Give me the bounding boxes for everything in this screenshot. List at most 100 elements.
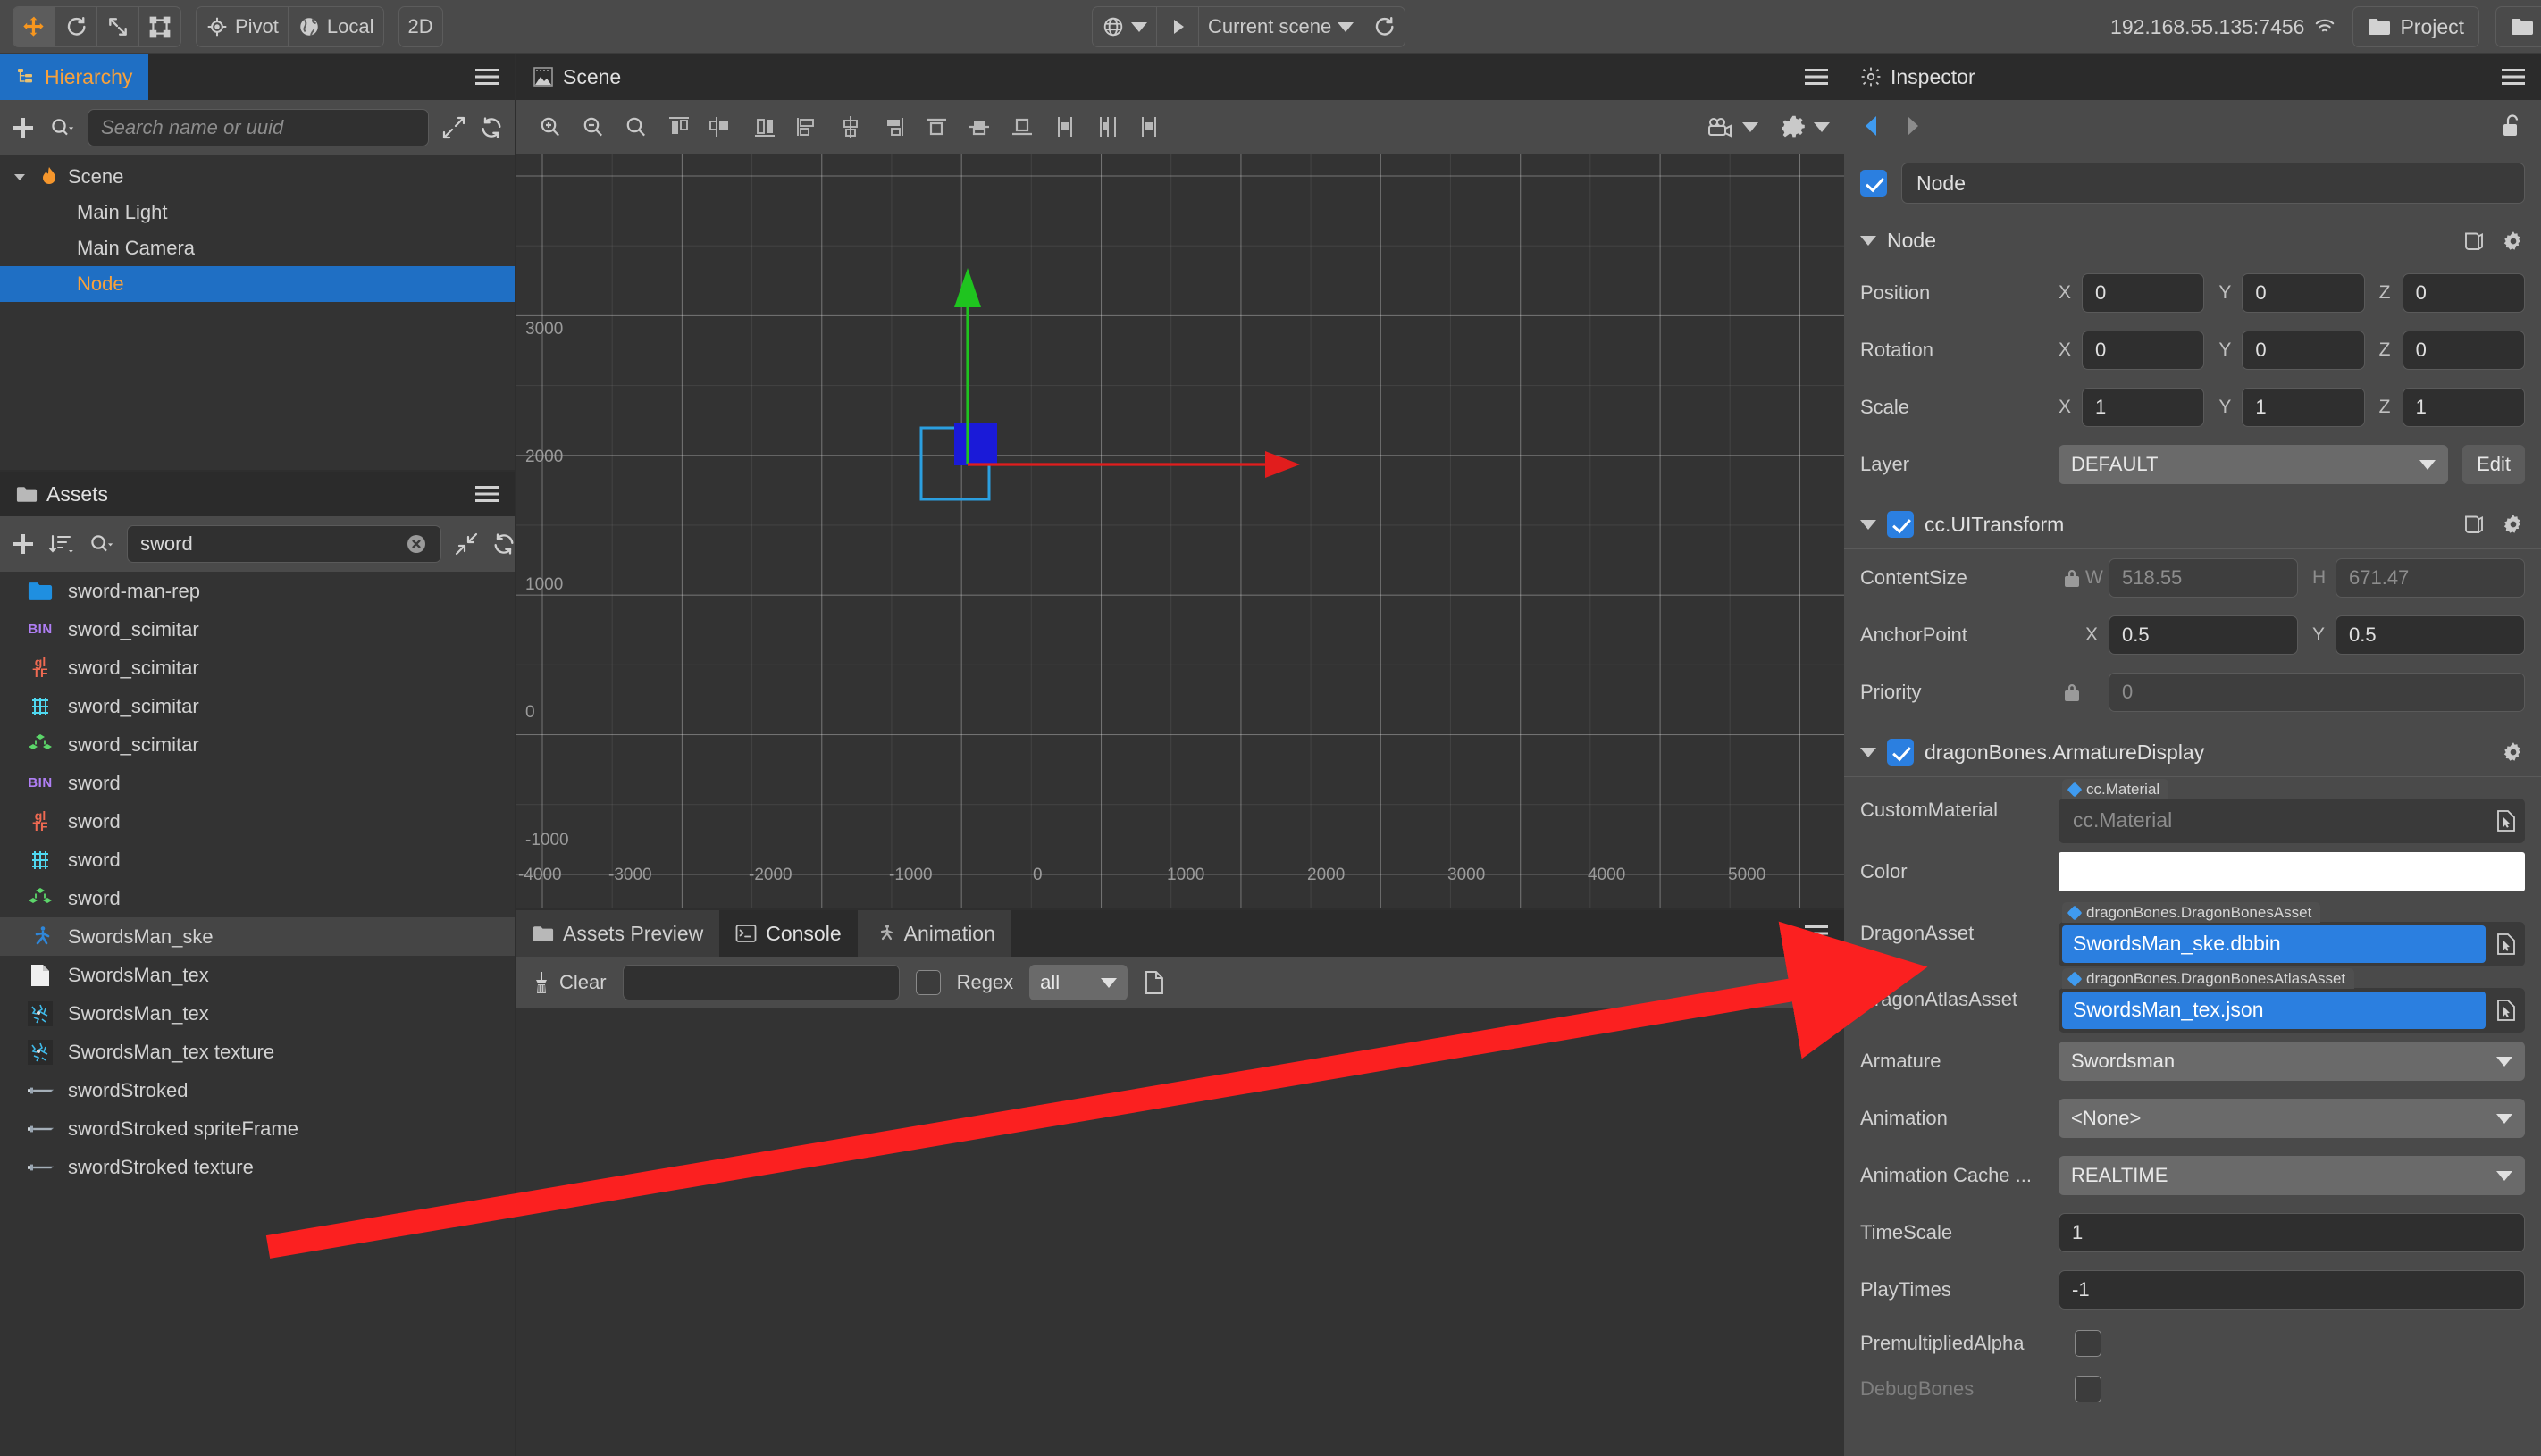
scene-menu-button[interactable]: [1789, 54, 1844, 100]
hierarchy-search-box[interactable]: [88, 109, 429, 146]
custommaterial-picker-button[interactable]: [2491, 809, 2521, 833]
scale-z-input[interactable]: 1: [2402, 388, 2525, 427]
armature-select[interactable]: Swordsman: [2059, 1042, 2525, 1081]
book-icon[interactable]: [2462, 513, 2486, 536]
node-name-field[interactable]: Node: [1901, 163, 2525, 204]
console-filter-input[interactable]: [622, 965, 900, 1000]
list-item[interactable]: swordStroked texture: [0, 1148, 515, 1186]
2d-3d-toggle-button[interactable]: 2D: [399, 7, 442, 46]
play-button[interactable]: [1157, 7, 1198, 46]
timescale-input[interactable]: 1: [2059, 1213, 2525, 1252]
gear-icon[interactable]: [2502, 513, 2525, 536]
list-item[interactable]: sword-man-rep: [0, 572, 515, 610]
list-item[interactable]: gl TF sword: [0, 802, 515, 841]
open-project-folder-button[interactable]: Project: [2352, 6, 2480, 47]
position-x-input[interactable]: 0: [2082, 273, 2205, 313]
list-item[interactable]: SwordsMan_tex: [0, 956, 515, 994]
hierarchy-node-main-light[interactable]: Main Light: [0, 195, 515, 230]
tab-animation[interactable]: Animation: [857, 910, 1011, 957]
list-item[interactable]: sword_scimitar: [0, 687, 515, 725]
distribute-left-icon[interactable]: [1044, 106, 1086, 147]
hierarchy-node-node[interactable]: Node: [0, 266, 515, 302]
coord-space-button[interactable]: Local: [289, 7, 383, 46]
zoom-out-icon[interactable]: [572, 106, 615, 147]
list-item[interactable]: BIN sword_scimitar: [0, 610, 515, 649]
list-item[interactable]: sword: [0, 841, 515, 879]
align-vcenter-icon[interactable]: [700, 106, 743, 147]
scale-x-input[interactable]: 1: [2082, 388, 2205, 427]
distribute-top-icon[interactable]: [915, 106, 958, 147]
rotation-y-input[interactable]: 0: [2242, 331, 2365, 370]
chevron-down-icon[interactable]: [1860, 236, 1876, 246]
chevron-down-icon[interactable]: [1860, 747, 1876, 757]
tab-assets-preview[interactable]: Assets Preview: [516, 910, 720, 957]
chevron-down-icon[interactable]: [9, 170, 30, 184]
assets-menu-button[interactable]: [459, 472, 515, 516]
position-z-input[interactable]: 0: [2402, 273, 2525, 313]
premultipliedalpha-checkbox[interactable]: [2075, 1330, 2101, 1357]
align-left-icon[interactable]: [786, 106, 829, 147]
animation-select[interactable]: <None>: [2059, 1099, 2525, 1138]
rotation-z-input[interactable]: 0: [2402, 331, 2525, 370]
reload-preview-button[interactable]: [1363, 7, 1405, 46]
list-item[interactable]: SwordsMan_tex texture: [0, 1033, 515, 1071]
distribute-center-icon[interactable]: [1086, 106, 1129, 147]
layer-edit-button[interactable]: Edit: [2462, 445, 2525, 484]
align-right-icon[interactable]: [872, 106, 915, 147]
pivot-button[interactable]: Pivot: [197, 7, 288, 46]
armaturedisplay-enabled-checkbox[interactable]: [1887, 739, 1914, 766]
align-bottom-icon[interactable]: [743, 106, 786, 147]
node-enabled-checkbox[interactable]: [1860, 170, 1887, 197]
console-level-select[interactable]: all: [1029, 965, 1128, 1000]
distribute-middle-icon[interactable]: [958, 106, 1001, 147]
dragonasset-slot-body[interactable]: SwordsMan_ske.dbbin: [2059, 921, 2525, 966]
anchorpoint-x-input[interactable]: 0.5: [2109, 615, 2298, 655]
list-item[interactable]: SwordsMan_tex: [0, 994, 515, 1033]
list-item[interactable]: swordStroked spriteFrame: [0, 1109, 515, 1148]
assets-sort-button[interactable]: [48, 531, 75, 556]
gear-icon[interactable]: [2502, 230, 2525, 253]
debugbones-checkbox[interactable]: [2075, 1376, 2101, 1402]
hierarchy-menu-button[interactable]: [459, 54, 515, 100]
dragonatlasasset-slot-body[interactable]: SwordsMan_tex.json: [2059, 987, 2525, 1033]
scale-tool-button[interactable]: [97, 7, 138, 46]
scene-settings-dropdown[interactable]: [1782, 114, 1830, 139]
tab-hierarchy[interactable]: Hierarchy: [0, 54, 149, 100]
layer-select[interactable]: DEFAULT: [2059, 445, 2449, 484]
assets-search-mode-button[interactable]: [88, 531, 114, 556]
console-regex-checkbox[interactable]: [915, 970, 941, 995]
playtimes-input[interactable]: -1: [2059, 1270, 2525, 1310]
rotation-x-input[interactable]: 0: [2082, 331, 2205, 370]
hierarchy-refresh-button[interactable]: [479, 115, 504, 140]
hierarchy-expand-button[interactable]: [441, 115, 466, 140]
zoom-reset-icon[interactable]: [615, 106, 658, 147]
uitransform-enabled-checkbox[interactable]: [1887, 511, 1914, 538]
rotate-tool-button[interactable]: [55, 7, 96, 46]
custommaterial-slot-body[interactable]: cc.Material: [2059, 798, 2525, 843]
dragonatlasasset-picker-button[interactable]: [2491, 999, 2521, 1022]
color-swatch[interactable]: [2059, 852, 2525, 891]
anchorpoint-y-input[interactable]: 0.5: [2336, 615, 2525, 655]
scene-gizmo[interactable]: [516, 154, 1844, 908]
rect-transform-tool-button[interactable]: [139, 7, 180, 46]
preview-target-button[interactable]: [1093, 7, 1156, 46]
distribute-right-icon[interactable]: [1129, 106, 1172, 147]
animation-cache-select[interactable]: REALTIME: [2059, 1156, 2525, 1195]
assets-add-button[interactable]: [11, 531, 36, 556]
clear-circle-icon[interactable]: [405, 532, 428, 556]
zoom-in-icon[interactable]: [529, 106, 572, 147]
open-app-folder-button[interactable]: App: [2495, 6, 2541, 47]
align-hcenter-icon[interactable]: [829, 106, 872, 147]
back-button[interactable]: [1860, 113, 1883, 138]
chevron-down-icon[interactable]: [1860, 519, 1876, 530]
console-file-button[interactable]: [1144, 970, 1165, 995]
tab-scene[interactable]: Scene: [516, 54, 638, 100]
list-item[interactable]: sword_scimitar: [0, 725, 515, 764]
inspector-menu-button[interactable]: [2486, 54, 2541, 100]
section-header-uitransform[interactable]: cc.UITransform: [1844, 500, 2541, 549]
move-tool-button[interactable]: [13, 6, 55, 46]
hierarchy-search-mode-button[interactable]: [48, 115, 75, 140]
console-clear-button[interactable]: Clear: [531, 971, 607, 994]
hierarchy-node-main-camera[interactable]: Main Camera: [0, 230, 515, 266]
list-item[interactable]: gl TF sword_scimitar: [0, 649, 515, 687]
